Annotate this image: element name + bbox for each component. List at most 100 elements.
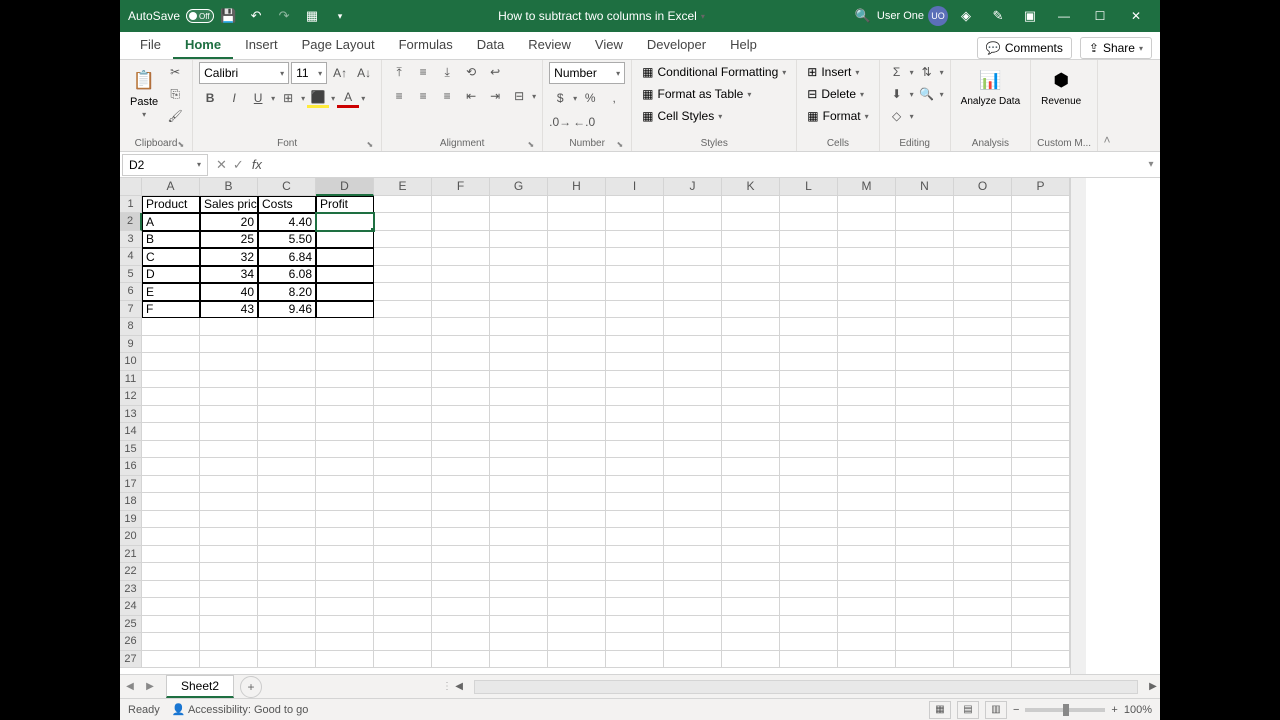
cell[interactable] [142,458,200,476]
cell[interactable] [200,493,258,511]
cell[interactable] [664,213,722,231]
row-header[interactable]: 24 [120,598,142,616]
column-header[interactable]: H [548,178,606,196]
page-break-view-icon[interactable]: ▥ [985,701,1007,719]
font-color-icon[interactable]: A [337,88,359,108]
cell[interactable] [838,458,896,476]
cell[interactable] [606,458,664,476]
cell[interactable] [780,581,838,599]
cell[interactable] [606,651,664,669]
cell[interactable] [258,493,316,511]
cell[interactable] [548,213,606,231]
cell[interactable] [490,633,548,651]
cell[interactable] [548,388,606,406]
user-avatar[interactable]: UO [928,6,948,26]
cell[interactable] [896,546,954,564]
cell[interactable]: 34 [200,266,258,284]
format-cells-button[interactable]: ▦Format▾ [803,106,872,126]
format-painter-icon[interactable]: 🖌 [164,106,186,126]
cell[interactable] [316,336,374,354]
paste-button[interactable]: 📋 Paste ▾ [126,62,162,123]
cell[interactable] [200,616,258,634]
cell[interactable] [548,318,606,336]
cell[interactable] [664,371,722,389]
cell[interactable] [606,528,664,546]
cell[interactable] [200,476,258,494]
cell[interactable] [722,406,780,424]
cell[interactable] [432,528,490,546]
cell[interactable] [374,388,432,406]
cell[interactable] [374,563,432,581]
cell[interactable] [1012,318,1070,336]
page-layout-view-icon[interactable]: ▤ [957,701,979,719]
row-header[interactable]: 16 [120,458,142,476]
cell[interactable] [606,336,664,354]
cell[interactable] [722,353,780,371]
cell[interactable] [142,441,200,459]
cell[interactable] [1012,528,1070,546]
cell[interactable] [664,563,722,581]
cell[interactable] [490,441,548,459]
align-middle-icon[interactable]: ≡ [412,62,434,82]
tab-help[interactable]: Help [718,32,769,59]
cell[interactable] [258,563,316,581]
qat-more-icon[interactable]: ▾ [328,4,352,28]
cell[interactable] [954,598,1012,616]
copy-icon[interactable]: ⎘ [164,84,186,104]
expand-formula-icon[interactable]: ▾ [1142,159,1160,170]
cell[interactable] [896,283,954,301]
cell[interactable] [606,423,664,441]
cell[interactable] [374,336,432,354]
cell[interactable] [142,336,200,354]
cell[interactable] [316,546,374,564]
cell[interactable] [1012,598,1070,616]
cell[interactable] [142,406,200,424]
cell[interactable] [780,266,838,284]
cell[interactable] [490,406,548,424]
fill-icon[interactable]: ⬇ [886,84,908,104]
cell[interactable] [490,651,548,669]
cell[interactable] [490,266,548,284]
cell[interactable] [258,581,316,599]
cell[interactable] [838,581,896,599]
enter-formula-icon[interactable]: ✓ [233,157,244,173]
cell[interactable] [722,423,780,441]
cell[interactable] [490,231,548,249]
cell[interactable] [954,248,1012,266]
cell[interactable] [664,476,722,494]
cell[interactable] [780,318,838,336]
cell[interactable] [142,353,200,371]
cell[interactable] [954,511,1012,529]
cell[interactable] [664,441,722,459]
align-right-icon[interactable]: ≡ [436,86,458,106]
cell[interactable] [432,248,490,266]
revenue-button[interactable]: ⬢ Revenue [1037,62,1085,111]
cell[interactable] [142,511,200,529]
cell[interactable] [548,423,606,441]
cell[interactable]: B [142,231,200,249]
cell[interactable] [142,581,200,599]
cell[interactable] [258,651,316,669]
cell[interactable] [316,423,374,441]
cell[interactable] [722,248,780,266]
cell[interactable] [258,336,316,354]
cell[interactable] [896,563,954,581]
wrap-text-icon[interactable]: ↩ [484,62,506,82]
normal-view-icon[interactable]: ▦ [929,701,951,719]
cell[interactable] [722,476,780,494]
comments-button[interactable]: 💬 Comments [977,37,1072,59]
cell[interactable] [896,248,954,266]
cell[interactable] [664,283,722,301]
cell[interactable] [490,493,548,511]
cell[interactable] [258,476,316,494]
cell[interactable] [490,336,548,354]
cell[interactable] [432,371,490,389]
hscroll-left[interactable]: ◀ [452,681,466,692]
cell[interactable] [1012,266,1070,284]
cell[interactable] [548,301,606,319]
cell[interactable] [200,406,258,424]
cell[interactable] [606,213,664,231]
cell[interactable] [374,406,432,424]
cell[interactable] [490,511,548,529]
cell[interactable] [548,353,606,371]
